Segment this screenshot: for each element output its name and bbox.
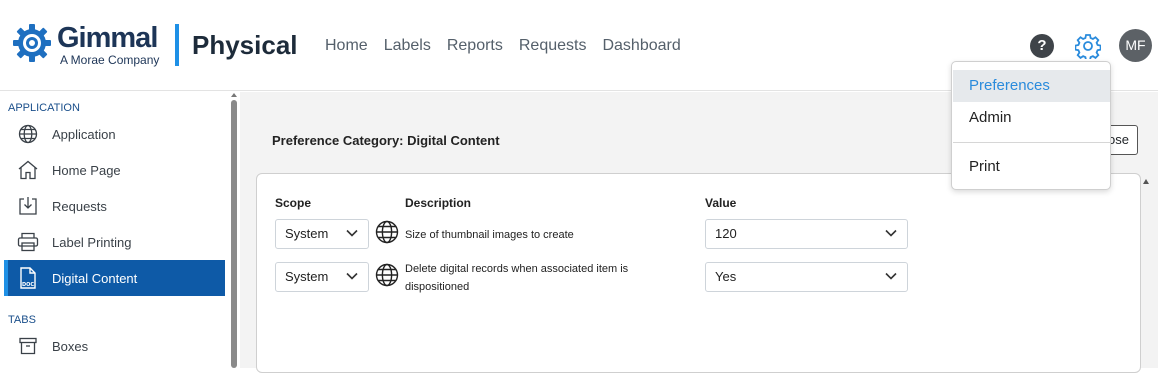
column-header-value: Value [705, 196, 737, 210]
sidebar-section-tabs: TABS [8, 314, 36, 326]
value-select[interactable]: 120 [705, 219, 908, 249]
sidebar-item-label: Boxes [52, 338, 89, 354]
scope-select[interactable]: System [275, 219, 369, 249]
page-title: Preference Category: Digital Content [272, 133, 500, 148]
settings-dropdown-menu: Preferences Admin Print [951, 61, 1111, 190]
logo-subtitle: A Morae Company [60, 53, 160, 67]
value-select-value: Yes [715, 269, 737, 284]
sidebar-item-label: Digital Content [52, 270, 138, 286]
settings-gear-icon[interactable] [1075, 33, 1101, 59]
gear-logo-icon [13, 24, 51, 62]
card-scroll-up-arrow-icon[interactable] [1143, 179, 1149, 184]
sidebar-scrollbar[interactable] [230, 93, 238, 368]
archive-box-icon [17, 335, 39, 357]
chevron-down-icon [885, 272, 897, 280]
chevron-down-icon [346, 229, 358, 237]
menu-item-admin[interactable]: Admin [953, 102, 1110, 134]
logo-name: Gimmal [57, 22, 158, 54]
sidebar-item-digital-content[interactable]: DOC Digital Content [4, 260, 225, 296]
nav-home[interactable]: Home [325, 37, 368, 55]
description-text: Delete digital records when associated i… [405, 260, 685, 296]
sidebar-item-label-printing[interactable]: Label Printing [4, 224, 225, 260]
globe-icon [375, 220, 399, 244]
help-icon[interactable]: ? [1030, 34, 1054, 58]
menu-divider [953, 142, 1110, 143]
description-line: Delete digital records when associated i… [405, 263, 629, 275]
nav-reports[interactable]: Reports [447, 37, 503, 55]
doc-file-icon: DOC [17, 267, 39, 289]
sidebar-item-application[interactable]: Application [4, 116, 225, 152]
nav-dashboard[interactable]: Dashboard [602, 37, 680, 55]
sidebar-item-label: Requests [52, 198, 107, 214]
scroll-up-arrow-icon[interactable] [231, 93, 237, 97]
home-icon [17, 159, 39, 181]
menu-item-print[interactable]: Print [953, 151, 1110, 183]
globe-icon [17, 123, 39, 145]
description-line: dispositioned [405, 281, 470, 293]
scrollbar-thumb[interactable] [231, 100, 237, 368]
sidebar-item-boxes[interactable]: Boxes [4, 328, 225, 364]
sidebar-item-label: Application [52, 126, 116, 142]
main-nav: Home Labels Reports Requests Dashboard [325, 37, 681, 55]
menu-item-preferences[interactable]: Preferences [953, 70, 1110, 102]
svg-text:DOC: DOC [22, 282, 34, 288]
logo-divider [175, 24, 179, 66]
user-avatar[interactable]: MF [1119, 29, 1152, 62]
description-text: Size of thumbnail images to create [405, 229, 574, 241]
sidebar-section-application: APPLICATION [8, 102, 80, 114]
sidebar-item-label: Label Printing [52, 234, 132, 250]
sidebar-item-home-page[interactable]: Home Page [4, 152, 225, 188]
download-box-icon [17, 195, 39, 217]
product-name: Physical [192, 30, 298, 60]
gimmal-logo[interactable]: Gimmal A Morae Company [11, 22, 159, 66]
globe-icon [375, 263, 399, 287]
sidebar: APPLICATION Application Home Page Reques… [0, 92, 240, 368]
column-header-scope: Scope [275, 196, 312, 210]
chevron-down-icon [885, 229, 897, 237]
scope-select-value: System [285, 269, 329, 284]
column-header-description: Description [405, 196, 472, 210]
value-select[interactable]: Yes [705, 262, 908, 292]
scope-select[interactable]: System [275, 262, 369, 292]
nav-requests[interactable]: Requests [519, 37, 587, 55]
scope-select-value: System [285, 226, 329, 241]
preferences-card: Scope Description Value System Size of t… [256, 173, 1141, 373]
printer-icon [17, 231, 39, 253]
sidebar-item-requests[interactable]: Requests [4, 188, 225, 224]
sidebar-item-label: Home Page [52, 162, 121, 178]
value-select-value: 120 [715, 226, 737, 241]
nav-labels[interactable]: Labels [384, 37, 431, 55]
chevron-down-icon [346, 272, 358, 280]
